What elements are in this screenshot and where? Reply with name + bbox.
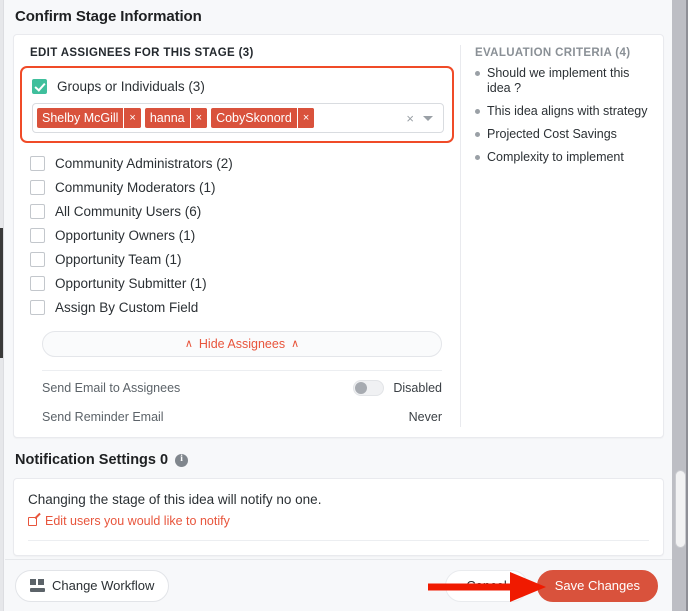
- send-email-value: Disabled: [393, 381, 442, 395]
- assignee-option-row[interactable]: All Community Users (6): [30, 199, 446, 223]
- criteria-label: Projected Cost Savings: [487, 127, 617, 141]
- groups-or-individuals-label: Groups or Individuals (3): [57, 78, 205, 94]
- notification-divider: [28, 540, 649, 541]
- assignee-chip[interactable]: Shelby McGill ×: [37, 108, 141, 128]
- assignee-option-label: All Community Users (6): [55, 203, 202, 219]
- send-email-control: Disabled: [353, 380, 442, 396]
- criteria-item: This idea aligns with strategy: [475, 104, 653, 119]
- edit-notify-users-link[interactable]: Edit users you would like to notify: [28, 512, 649, 528]
- change-workflow-label: Change Workflow: [52, 578, 155, 593]
- assignee-option-checkbox[interactable]: [30, 299, 45, 315]
- assignee-option-row[interactable]: Opportunity Owners (1): [30, 223, 446, 247]
- assignee-chip-list: Shelby McGill × hanna × CobySkonord ×: [37, 108, 406, 128]
- hide-assignees-button[interactable]: ∧ Hide Assignees ∧: [42, 331, 442, 357]
- bullet-icon: [475, 132, 480, 137]
- stage-information-card: EDIT ASSIGNEES FOR THIS STAGE (3) Groups…: [13, 34, 664, 438]
- notification-settings-label: Notification Settings 0: [15, 452, 169, 468]
- assignee-option-checkbox[interactable]: [30, 203, 45, 219]
- assignee-options-list: Community Administrators (2) Community M…: [30, 151, 446, 319]
- assignee-option-checkbox[interactable]: [30, 155, 45, 171]
- edit-pencil-icon: [28, 512, 41, 527]
- assignee-chip-label: CobySkonord: [216, 111, 292, 125]
- chevron-down-icon[interactable]: [423, 115, 433, 121]
- hide-assignees-label: Hide Assignees: [198, 337, 286, 351]
- assignee-chip-label: Shelby McGill: [42, 111, 119, 125]
- criteria-label: This idea aligns with strategy: [487, 104, 648, 118]
- assignee-option-checkbox[interactable]: [30, 179, 45, 195]
- dialog-footer: Change Workflow Cancel Save Changes: [5, 559, 672, 611]
- notification-settings-card: Changing the stage of this idea will not…: [13, 478, 664, 556]
- send-reminder-value[interactable]: Never: [409, 410, 442, 424]
- evaluation-section-label: EVALUATION CRITERIA (4): [475, 47, 631, 59]
- remove-chip-icon[interactable]: ×: [296, 108, 315, 128]
- notification-settings-title: Notification Settings 0 i: [5, 438, 672, 478]
- assignee-option-checkbox[interactable]: [30, 275, 45, 291]
- assignees-section-label: EDIT ASSIGNEES FOR THIS STAGE (3): [30, 47, 254, 59]
- assignee-option-label: Opportunity Team (1): [55, 251, 182, 267]
- send-reminder-label: Send Reminder Email: [42, 410, 164, 424]
- bullet-icon: [475, 71, 480, 76]
- assignee-option-row[interactable]: Assign By Custom Field: [30, 295, 446, 319]
- groups-or-individuals-checkbox[interactable]: [32, 78, 47, 94]
- send-email-label: Send Email to Assignees: [42, 381, 181, 395]
- vertical-scrollbar-thumb[interactable]: [675, 470, 686, 548]
- assignee-option-checkbox[interactable]: [30, 227, 45, 243]
- bullet-icon: [475, 155, 480, 160]
- assignee-option-label: Assign By Custom Field: [55, 299, 199, 315]
- dialog-content: Confirm Stage Information EDIT ASSIGNEES…: [5, 0, 672, 611]
- criteria-list: Should we implement this idea ? This ide…: [475, 66, 653, 165]
- send-email-toggle[interactable]: [353, 380, 385, 396]
- remove-chip-icon[interactable]: ×: [189, 108, 208, 128]
- assignee-option-checkbox[interactable]: [30, 251, 45, 267]
- clear-all-icon[interactable]: ×: [406, 112, 414, 125]
- multiselect-actions: ×: [406, 112, 439, 125]
- assignee-option-row[interactable]: Community Administrators (2): [30, 151, 446, 175]
- change-workflow-button[interactable]: Change Workflow: [15, 569, 170, 602]
- assignee-option-label: Community Moderators (1): [55, 179, 216, 195]
- workflow-icon: [30, 579, 45, 592]
- assignees-column: EDIT ASSIGNEES FOR THIS STAGE (3) Groups…: [14, 35, 460, 437]
- criteria-label: Should we implement this idea ?: [487, 66, 630, 95]
- assignee-chip[interactable]: hanna ×: [144, 108, 208, 128]
- assignee-chip-label: hanna: [149, 111, 185, 125]
- groups-or-individuals-row[interactable]: Groups or Individuals (3): [32, 74, 444, 98]
- criteria-item: Projected Cost Savings: [475, 127, 653, 142]
- edit-notify-users-label: Edit users you would like to notify: [45, 514, 230, 528]
- notification-message: Changing the stage of this idea will not…: [28, 492, 322, 507]
- chevron-up-icon-left: ∧: [184, 337, 193, 350]
- left-edge-shadow: [0, 228, 3, 358]
- cancel-button[interactable]: Cancel: [445, 569, 528, 602]
- settings-divider: [42, 370, 442, 371]
- assignee-option-row[interactable]: Community Moderators (1): [30, 175, 446, 199]
- assignee-option-row[interactable]: Opportunity Submitter (1): [30, 271, 446, 295]
- app-root: Confirm Stage Information EDIT ASSIGNEES…: [0, 0, 688, 611]
- evaluation-criteria-column: EVALUATION CRITERIA (4) Should we implem…: [461, 35, 663, 437]
- footer-actions: Cancel Save Changes: [445, 569, 658, 602]
- assignee-option-label: Opportunity Owners (1): [55, 227, 196, 243]
- info-icon[interactable]: i: [175, 453, 189, 467]
- bullet-icon: [475, 109, 480, 114]
- remove-chip-icon[interactable]: ×: [123, 108, 141, 128]
- assignee-chip[interactable]: CobySkonord ×: [211, 108, 315, 128]
- assignee-option-label: Opportunity Submitter (1): [55, 275, 207, 291]
- send-email-to-assignees-row: Send Email to Assignees Disabled: [42, 376, 442, 400]
- criteria-item: Complexity to implement: [475, 150, 653, 165]
- send-reminder-email-row: Send Reminder Email Never: [42, 405, 442, 429]
- groups-or-individuals-highlight: Groups or Individuals (3) Shelby McGill …: [20, 66, 454, 143]
- criteria-item: Should we implement this idea ?: [475, 66, 653, 96]
- page-title: Confirm Stage Information: [15, 8, 202, 25]
- assignee-option-row[interactable]: Opportunity Team (1): [30, 247, 446, 271]
- assignee-option-label: Community Administrators (2): [55, 155, 233, 171]
- save-changes-button[interactable]: Save Changes: [536, 569, 658, 602]
- chevron-up-icon-right: ∧: [291, 337, 300, 350]
- assignee-multiselect[interactable]: Shelby McGill × hanna × CobySkonord × ×: [32, 103, 444, 133]
- criteria-label: Complexity to implement: [487, 150, 624, 164]
